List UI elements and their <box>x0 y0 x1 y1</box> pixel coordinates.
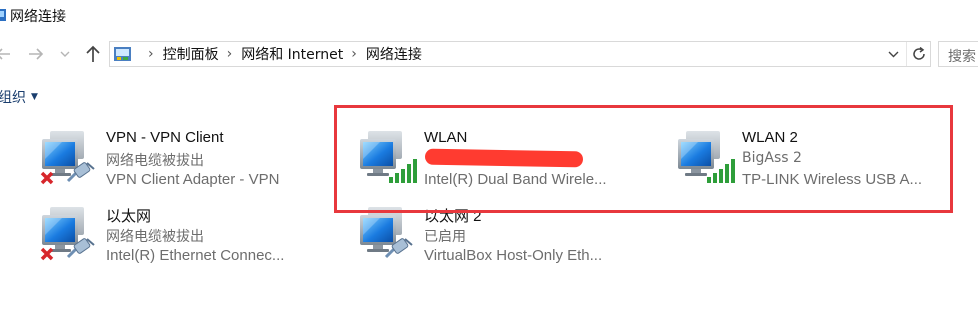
connection-status: 已启用 <box>424 229 466 245</box>
wired-network-icon <box>358 205 420 265</box>
address-bar[interactable]: › 控制面板 › 网络和 Internet › 网络连接 <box>109 41 931 67</box>
navigation-bar: › 控制面板 › 网络和 Internet › 网络连接 搜索 <box>0 38 978 70</box>
back-arrow-icon[interactable] <box>0 43 12 65</box>
wired-network-disconnected-icon <box>40 205 102 265</box>
caret-down-icon: ▼ <box>31 92 38 102</box>
connection-adapter: Intel(R) Ethernet Connec... <box>106 247 285 264</box>
connection-item-ethernet[interactable]: 以太网 网络电缆被拔出 Intel(R) Ethernet Connec... <box>40 205 340 269</box>
connection-item-vpn[interactable]: VPN - VPN Client 网络电缆被拔出 VPN Client Adap… <box>40 129 340 193</box>
control-panel-icon <box>114 46 132 63</box>
recent-locations-chevron-down-icon[interactable] <box>58 43 72 65</box>
connection-status: 网络电缆被拔出 <box>106 229 204 245</box>
connection-status: 网络电缆被拔出 <box>106 153 204 169</box>
connection-item-ethernet-2[interactable]: 以太网 2 已启用 VirtualBox Host-Only Eth... <box>358 205 658 269</box>
up-arrow-icon[interactable] <box>82 43 104 65</box>
connection-adapter: VPN Client Adapter - VPN <box>106 171 280 188</box>
breadcrumb: › 控制面板 › 网络和 Internet › 网络连接 <box>140 42 422 66</box>
breadcrumb-control-panel[interactable]: 控制面板 <box>163 44 219 64</box>
window-title: 网络连接 <box>10 9 66 25</box>
breadcrumb-network-internet[interactable]: 网络和 Internet <box>241 44 343 64</box>
organize-label: 组织 <box>0 90 26 106</box>
search-placeholder: 搜索 <box>948 49 976 65</box>
address-history-chevron-down-icon[interactable] <box>884 42 902 66</box>
refresh-icon[interactable] <box>906 42 930 66</box>
connection-name: VPN - VPN Client <box>106 129 224 146</box>
breadcrumb-separator-chevron-icon[interactable]: › <box>351 46 357 62</box>
forward-arrow-icon[interactable] <box>26 43 46 65</box>
connection-name: 以太网 <box>106 208 152 225</box>
title-bar: 网络连接 <box>0 0 978 32</box>
organize-button[interactable]: 组织 ▼ <box>0 87 38 107</box>
connection-adapter: VirtualBox Host-Only Eth... <box>424 247 603 264</box>
highlight-box <box>334 105 953 213</box>
breadcrumb-separator-chevron-icon[interactable]: › <box>227 46 233 62</box>
network-connections-window: 网络连接 › 控制面板 › 网络和 Internet › 网络连接 搜索 组织 … <box>0 0 978 309</box>
breadcrumb-separator-chevron-icon[interactable]: › <box>148 46 154 62</box>
network-folder-icon <box>0 8 6 22</box>
wired-network-disconnected-icon <box>40 129 102 189</box>
breadcrumb-network-connections[interactable]: 网络连接 <box>366 44 422 64</box>
search-input[interactable]: 搜索 <box>938 41 978 67</box>
